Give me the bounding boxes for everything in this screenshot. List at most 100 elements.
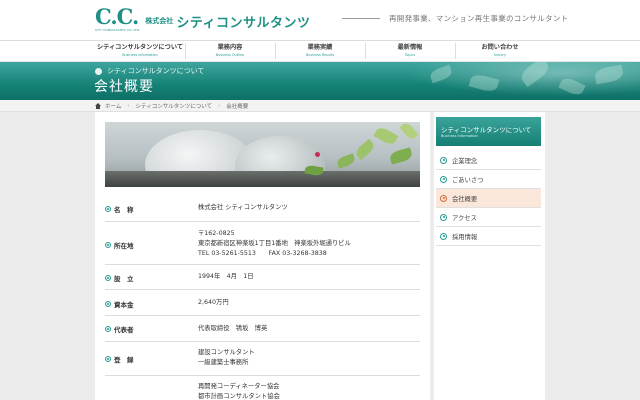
table-row: 代表者 代表取締役 鴇坂 博英: [105, 316, 420, 342]
table-row: 設 立 1994年 4月 1日: [105, 265, 420, 290]
sidebar-item-recruit[interactable]: 採用情報: [436, 227, 541, 246]
address-value: 東京都新宿区神楽坂1丁目1番地 神楽坂外堀通りビル: [198, 240, 351, 247]
header-divider: [342, 18, 380, 19]
global-nav: シティコンサルタンツについて Business information 業務内容…: [0, 40, 640, 62]
home-icon: [95, 103, 101, 109]
association-value: 再開発コーディネーター協会: [198, 383, 280, 390]
breadcrumb-separator: ›: [127, 103, 130, 109]
sidebar-title: シティコンサルタンツについて: [441, 126, 532, 134]
bullet-icon: [105, 275, 111, 281]
breadcrumb-separator: ›: [218, 103, 221, 109]
table-row: 名 称 株式会社 シティコンサルタンツ: [105, 195, 420, 222]
bullet-icon: [105, 206, 111, 212]
table-row: 所在地 〒162-0825 東京都新宿区神楽坂1丁目1番地 神楽坂外堀通りビル …: [105, 222, 420, 265]
nav-item-label: シティコンサルタンツについて: [96, 44, 184, 51]
page-title: 会社概要: [94, 79, 154, 95]
table-row: 再開発コーディネーター協会 都市計画コンサルタント協会: [105, 376, 420, 400]
sidebar-item-label: 会社概要: [452, 195, 478, 203]
sidebar-item-label: ごあいさつ: [452, 176, 484, 184]
breadcrumb: ホーム › シティコンサルタンツについて › 会社概要: [0, 100, 640, 112]
company-name-value: 株式会社 シティコンサルタンツ: [198, 204, 288, 211]
nav-item-label: 業務内容: [217, 44, 243, 51]
row-label-text: 設 立: [114, 275, 134, 283]
plant-leaf: [353, 138, 377, 161]
registration-value: 建設コンサルタント: [198, 349, 255, 356]
row-label: 資本金: [105, 299, 134, 309]
circle-bullet-icon: [440, 194, 447, 202]
page-banner: シティコンサルタンツについて 会社概要: [0, 62, 640, 100]
circle-bullet-icon: [440, 213, 447, 221]
row-label-text: 代表者: [114, 326, 134, 334]
nav-item-about[interactable]: シティコンサルタンツについて Business information: [95, 41, 185, 61]
circle-bullet-icon: [440, 175, 447, 183]
row-label: 名 称: [105, 204, 134, 214]
row-value: 〒162-0825 東京都新宿区神楽坂1丁目1番地 神楽坂外堀通りビル TEL …: [198, 229, 351, 259]
logo-mark: C.C.: [95, 4, 139, 29]
plant-leaf: [335, 153, 357, 169]
representative-value: 代表取締役 鴇坂 博英: [198, 325, 268, 332]
circle-icon: [95, 67, 102, 75]
row-label: 代表者: [105, 324, 134, 334]
table-row: 登 録 建設コンサルタント 一級建築士事務所: [105, 342, 420, 376]
row-value: 再開発コーディネーター協会 都市計画コンサルタント協会: [198, 382, 280, 400]
nav-item-label: 業務実績: [307, 44, 333, 51]
established-value: 1994年 4月 1日: [198, 273, 254, 280]
row-value: 2,640万円: [198, 298, 229, 308]
circle-bullet-icon: [440, 232, 447, 240]
hero-table-surface: [105, 171, 420, 187]
sidebar: シティコンサルタンツについて Business information 企業理念…: [434, 112, 545, 400]
nav-item-sublabel: Business information: [122, 53, 158, 57]
nav-item-business-results[interactable]: 業務実績 Business Results: [275, 41, 365, 61]
row-label: 設 立: [105, 273, 134, 283]
row-label-text: 登 録: [114, 356, 134, 364]
sidebar-item-philosophy[interactable]: 企業理念: [436, 151, 541, 170]
row-value: 株式会社 シティコンサルタンツ: [198, 203, 288, 213]
sidebar-item-label: 採用情報: [452, 233, 478, 241]
company-name: シティコンサルタンツ: [176, 16, 311, 31]
row-value: 代表取締役 鴇坂 博英: [198, 324, 267, 334]
sidebar-item-label: 企業理念: [452, 157, 478, 165]
sidebar-item-label: アクセス: [452, 214, 477, 222]
nav-item-inquiry[interactable]: お問い合わせ Inquiry: [455, 41, 545, 61]
bullet-icon: [105, 356, 111, 362]
sidebar-menu: 企業理念 ごあいさつ 会社概要 アクセス 採用情報: [436, 151, 541, 246]
row-label: 所在地: [105, 240, 134, 250]
logo-subtext: CITY CONSULTANTS CO.,LTD.: [95, 28, 141, 32]
company-info-table: 名 称 株式会社 シティコンサルタンツ 所在地 〒162-0825 東京都新宿区…: [105, 195, 420, 400]
row-label-text: 名 称: [114, 206, 134, 214]
association-value: 都市計画コンサルタント協会: [198, 393, 280, 400]
capital-value: 2,640万円: [198, 299, 229, 306]
sidebar-item-company-profile[interactable]: 会社概要: [436, 189, 541, 208]
sidebar-item-greeting[interactable]: ごあいさつ: [436, 170, 541, 189]
row-label-text: 資本金: [114, 301, 134, 309]
nav-item-business-outline[interactable]: 業務内容 Business Outline: [185, 41, 275, 61]
flower-decoration: [315, 152, 320, 157]
plant-leaf: [373, 125, 399, 147]
nav-item-sublabel: Inquiry: [494, 53, 506, 57]
main-content: 名 称 株式会社 シティコンサルタンツ 所在地 〒162-0825 東京都新宿区…: [95, 112, 430, 400]
nav-item-topics[interactable]: 最新情報 Topics: [365, 41, 455, 61]
phone-fax-value: TEL 03-5261-5513 FAX 03-3268-3838: [198, 250, 327, 257]
breadcrumb-home[interactable]: ホーム: [105, 102, 121, 110]
row-label-text: 所在地: [114, 242, 134, 250]
company-prefix: 株式会社: [145, 17, 174, 25]
plant-leaf: [388, 147, 414, 165]
breadcrumb-current: 会社概要: [226, 104, 249, 110]
row-value: 1994年 4月 1日: [198, 272, 254, 282]
breadcrumb-about[interactable]: シティコンサルタンツについて: [136, 102, 213, 110]
row-label: 登 録: [105, 354, 134, 364]
site-header: C.C. CITY CONSULTANTS CO.,LTD. 株式会社 シティコ…: [0, 0, 640, 40]
hero-image: [105, 122, 420, 187]
plant-leaf: [399, 122, 419, 142]
sidebar-item-access[interactable]: アクセス: [436, 208, 541, 227]
sidebar-subtitle: Business information: [441, 134, 478, 138]
sidebar-header[interactable]: シティコンサルタンツについて Business information: [436, 117, 541, 146]
postal-code-value: 〒162-0825: [198, 230, 235, 237]
banner-section-label: シティコンサルタンツについて: [95, 66, 204, 76]
nav-item-sublabel: Topics: [404, 53, 416, 57]
header-tagline: 再開発事業、マンション再生事業のコンサルタント: [389, 14, 569, 23]
site-logo[interactable]: C.C. CITY CONSULTANTS CO.,LTD. 株式会社 シティコ…: [95, 4, 311, 32]
registration-value: 一級建築士事務所: [198, 359, 249, 366]
nav-item-label: お問い合わせ: [481, 44, 519, 51]
bullet-icon: [105, 326, 111, 332]
